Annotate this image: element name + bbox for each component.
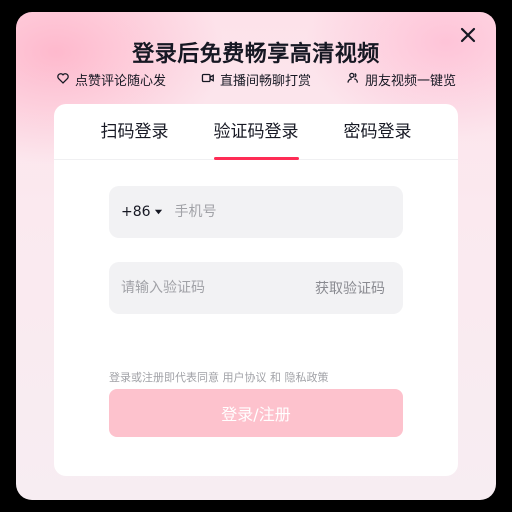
feature-label: 朋友视频一键览 [364, 74, 456, 89]
modal-title: 登录后免费畅享高清视频 [132, 42, 380, 67]
feature-label: 直播间畅聊打赏 [219, 74, 311, 89]
login-register-button[interactable]: 登录/注册 [109, 389, 403, 437]
country-code-selector[interactable]: +86 [109, 204, 163, 220]
error-message [109, 318, 403, 336]
close-button[interactable] [451, 20, 485, 54]
login-modal: 登录后免费畅享高清视频 点赞评论随心发 直播间畅聊打赏 朋友视频一键览 扫码登录… [16, 12, 496, 500]
feature-like-comment: 点赞评论随心发 [56, 70, 166, 89]
login-card: 扫码登录 验证码登录 密码登录 +86 获取验证码 登录或注册即代表同意 用户协… [54, 104, 458, 476]
agreement-text: 登录或注册即代表同意 用户协议 和 隐私政策 [109, 369, 329, 385]
agreement-and: 和 [270, 371, 281, 384]
feature-live-chat: 直播间畅聊打赏 [201, 70, 311, 89]
tab-qr-login[interactable]: 扫码登录 [101, 104, 169, 160]
phone-field: +86 [109, 186, 403, 238]
verification-code-input[interactable] [119, 279, 299, 297]
feature-label: 点赞评论随心发 [75, 74, 167, 89]
privacy-policy-link[interactable]: 隐私政策 [285, 371, 329, 384]
chevron-down-icon[interactable] [154, 204, 163, 220]
tab-code-login[interactable]: 验证码登录 [213, 104, 299, 160]
code-field: 获取验证码 [109, 262, 403, 314]
get-code-button[interactable]: 获取验证码 [315, 278, 385, 298]
video-camera-icon [201, 71, 215, 89]
user-agreement-link[interactable]: 用户协议 [223, 371, 267, 384]
friends-icon [346, 71, 360, 89]
close-icon[interactable] [460, 27, 476, 47]
country-code[interactable]: +86 [121, 204, 151, 220]
login-tabs: 扫码登录 验证码登录 密码登录 [54, 104, 458, 160]
heart-icon [56, 71, 70, 89]
tab-password-login[interactable]: 密码登录 [344, 104, 412, 160]
feature-friends-video: 朋友视频一键览 [346, 70, 456, 89]
phone-input[interactable] [172, 203, 373, 221]
agreement-prefix: 登录或注册即代表同意 [109, 371, 219, 384]
feature-list: 点赞评论随心发 直播间畅聊打赏 朋友视频一键览 [56, 70, 456, 89]
